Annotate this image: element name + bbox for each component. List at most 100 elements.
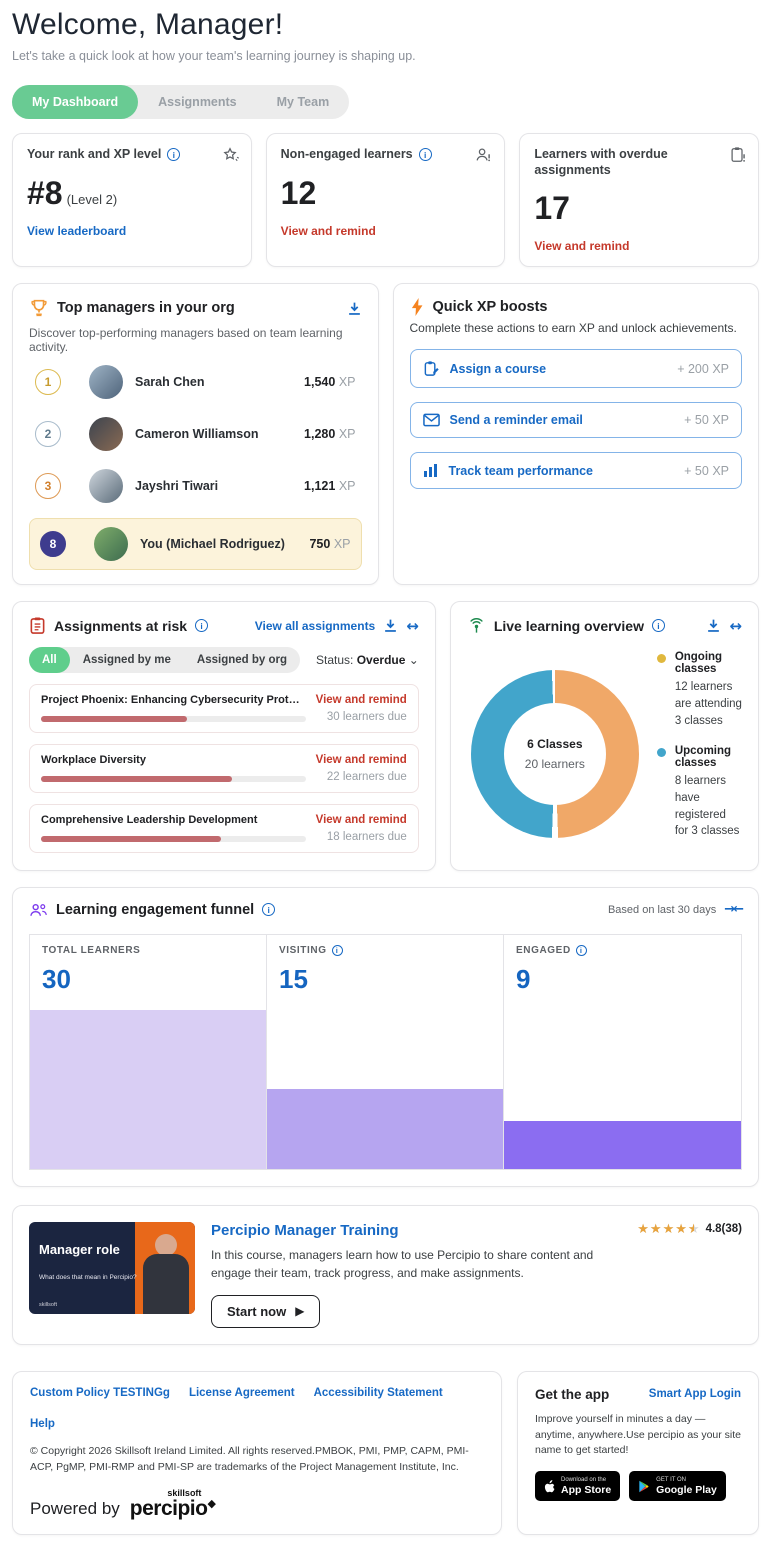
donut-classes: 6 Classes bbox=[527, 737, 582, 751]
xp-suffix: XP bbox=[712, 362, 729, 376]
leaderboard-row[interactable]: 2 Cameron Williamson 1,280 XP bbox=[29, 410, 362, 458]
track-performance-action[interactable]: Track team performance + 50 XP bbox=[410, 452, 743, 489]
manager-name: Jayshri Tiwari bbox=[135, 479, 292, 493]
assignment-item[interactable]: Project Phoenix: Enhancing Cybersecurity… bbox=[29, 684, 419, 733]
tab-my-dashboard[interactable]: My Dashboard bbox=[12, 85, 138, 119]
action-xp: + 200 XP bbox=[677, 362, 729, 376]
leaderboard-row-you[interactable]: 8 You (Michael Rodriguez) 750 XP bbox=[29, 518, 362, 570]
tab-my-team[interactable]: My Team bbox=[257, 85, 350, 119]
view-leaderboard-link[interactable]: View leaderboard bbox=[27, 224, 126, 238]
xp-amount: + 50 bbox=[684, 464, 709, 478]
label-text: TOTAL LEARNERS bbox=[42, 945, 140, 956]
xp-suffix: XP bbox=[339, 375, 356, 389]
assignment-item[interactable]: Workplace Diversity View and remind 22 l… bbox=[29, 744, 419, 793]
top-managers-subtitle: Discover top-performing managers based o… bbox=[29, 326, 362, 354]
quick-xp-title: Quick XP boosts bbox=[433, 299, 548, 315]
footer-link-license[interactable]: License Agreement bbox=[189, 1387, 295, 1399]
footer: Custom Policy TESTINGg License Agreement… bbox=[12, 1371, 759, 1536]
legend-desc: 8 learners have registered for 3 classes bbox=[675, 773, 742, 840]
manager-name: Cameron Williamson bbox=[135, 427, 292, 441]
overdue-title: Learners with overdue assignments bbox=[534, 147, 744, 178]
course-title[interactable]: Percipio Manager Training bbox=[211, 1222, 631, 1239]
thumbnail-person bbox=[155, 1234, 177, 1256]
funnel-header: Learning engagement funnel i Based on la… bbox=[29, 902, 742, 918]
info-icon[interactable]: i bbox=[419, 148, 432, 161]
manager-name: Sarah Chen bbox=[135, 375, 292, 389]
rank-badge: 2 bbox=[35, 421, 61, 447]
learners-due: 22 learners due bbox=[316, 771, 407, 783]
google-play-badge[interactable]: GET IT ONGoogle Play bbox=[629, 1471, 726, 1501]
store-badges: Download on theApp Store GET IT ONGoogle… bbox=[535, 1471, 741, 1501]
envelope-icon bbox=[423, 413, 440, 427]
download-icon[interactable] bbox=[383, 618, 398, 633]
status-dropdown[interactable]: Status: Overdue ⌄ bbox=[316, 653, 419, 667]
info-icon[interactable]: i bbox=[262, 903, 275, 916]
overdue-title-text: Learners with overdue assignments bbox=[534, 147, 718, 178]
overdue-remind-link[interactable]: View and remind bbox=[534, 239, 629, 253]
non-engaged-remind-link[interactable]: View and remind bbox=[281, 224, 376, 238]
download-icon[interactable] bbox=[706, 618, 721, 633]
send-reminder-action[interactable]: Send a reminder email + 50 XP bbox=[410, 402, 743, 438]
expand-icon[interactable]: ↔ bbox=[406, 617, 419, 635]
expand-icon[interactable]: ↔ bbox=[729, 617, 742, 635]
action-xp: + 50 XP bbox=[684, 413, 729, 427]
dashboard-page: Welcome, Manager! Let's take a quick loo… bbox=[0, 0, 771, 1555]
assign-course-action[interactable]: Assign a course + 200 XP bbox=[410, 349, 743, 388]
manager-training-card: Manager role What does that mean in Perc… bbox=[12, 1205, 759, 1345]
manager-xp: 1,540 XP bbox=[304, 375, 355, 389]
start-now-button[interactable]: Start now ▶ bbox=[211, 1295, 320, 1328]
live-broadcast-icon bbox=[467, 616, 486, 635]
info-icon[interactable]: i bbox=[576, 945, 587, 956]
funnel-col-visiting: VISITINGi 15 bbox=[267, 935, 504, 1169]
view-and-remind-link[interactable]: View and remind bbox=[316, 694, 407, 706]
person-alert-icon bbox=[474, 146, 492, 164]
info-icon[interactable]: i bbox=[167, 148, 180, 161]
rank-badge: 8 bbox=[40, 531, 66, 557]
legend-desc: 12 learners are attending 3 classes bbox=[675, 679, 742, 729]
action-xp: + 50 XP bbox=[684, 464, 729, 478]
info-icon[interactable]: i bbox=[195, 619, 208, 632]
engagement-funnel-card: Learning engagement funnel i Based on la… bbox=[12, 887, 759, 1187]
view-and-remind-link[interactable]: View and remind bbox=[316, 754, 407, 766]
download-icon[interactable] bbox=[347, 301, 362, 316]
footer-link-help[interactable]: Help bbox=[30, 1418, 55, 1430]
footer-link-accessibility[interactable]: Accessibility Statement bbox=[314, 1387, 443, 1399]
filter-assigned-by-me[interactable]: Assigned by me bbox=[70, 647, 184, 673]
top-managers-title: Top managers in your org bbox=[57, 300, 235, 316]
info-icon[interactable]: i bbox=[332, 945, 343, 956]
label-text: VISITING bbox=[279, 945, 327, 956]
info-icon[interactable]: i bbox=[652, 619, 665, 632]
status-label: Status: bbox=[316, 653, 353, 667]
label-text: ENGAGED bbox=[516, 945, 571, 956]
powered-by: Powered by skillsoft percipio◆ bbox=[30, 1489, 484, 1519]
play-icon: ▶ bbox=[295, 1304, 304, 1318]
thumbnail-title: Manager role bbox=[39, 1242, 120, 1257]
collapse-icon[interactable]: →← bbox=[724, 902, 742, 917]
leaderboard-row[interactable]: 1 Sarah Chen 1,540 XP bbox=[29, 358, 362, 406]
legend-upcoming: Upcoming classes 8 learners have registe… bbox=[657, 745, 742, 840]
filter-all[interactable]: All bbox=[29, 647, 70, 673]
get-app-description: Improve yourself in minutes a day — anyt… bbox=[535, 1412, 741, 1459]
copyright-text: © Copyright 2026 Skillsoft Ireland Limit… bbox=[30, 1443, 470, 1476]
main-tabs: My Dashboard Assignments My Team bbox=[12, 85, 349, 119]
leaderboard-row[interactable]: 3 Jayshri Tiwari 1,121 XP bbox=[29, 462, 362, 510]
rank-badge: 1 bbox=[35, 369, 61, 395]
footer-link-custom-policy[interactable]: Custom Policy TESTINGg bbox=[30, 1387, 170, 1399]
course-thumbnail[interactable]: Manager role What does that mean in Perc… bbox=[29, 1222, 195, 1314]
assignment-name: Workplace Diversity bbox=[41, 754, 306, 766]
row-assignments-live: Assignments at risk i View all assignmen… bbox=[12, 601, 759, 871]
xp-number: 1,540 bbox=[304, 375, 335, 389]
app-store-badge[interactable]: Download on theApp Store bbox=[535, 1471, 620, 1501]
legend-ongoing: Ongoing classes 12 learners are attendin… bbox=[657, 651, 742, 729]
progress-track bbox=[41, 716, 306, 722]
filter-assigned-by-org[interactable]: Assigned by org bbox=[184, 647, 300, 673]
smart-app-login-link[interactable]: Smart App Login bbox=[649, 1388, 741, 1400]
xp-suffix: XP bbox=[339, 427, 356, 441]
tab-assignments[interactable]: Assignments bbox=[138, 85, 257, 119]
xp-number: 1,280 bbox=[304, 427, 335, 441]
avatar bbox=[89, 469, 123, 503]
assignment-item[interactable]: Comprehensive Leadership Development Vie… bbox=[29, 804, 419, 853]
funnel-bar bbox=[30, 1010, 266, 1169]
view-all-assignments-link[interactable]: View all assignments bbox=[255, 619, 376, 633]
view-and-remind-link[interactable]: View and remind bbox=[316, 814, 407, 826]
